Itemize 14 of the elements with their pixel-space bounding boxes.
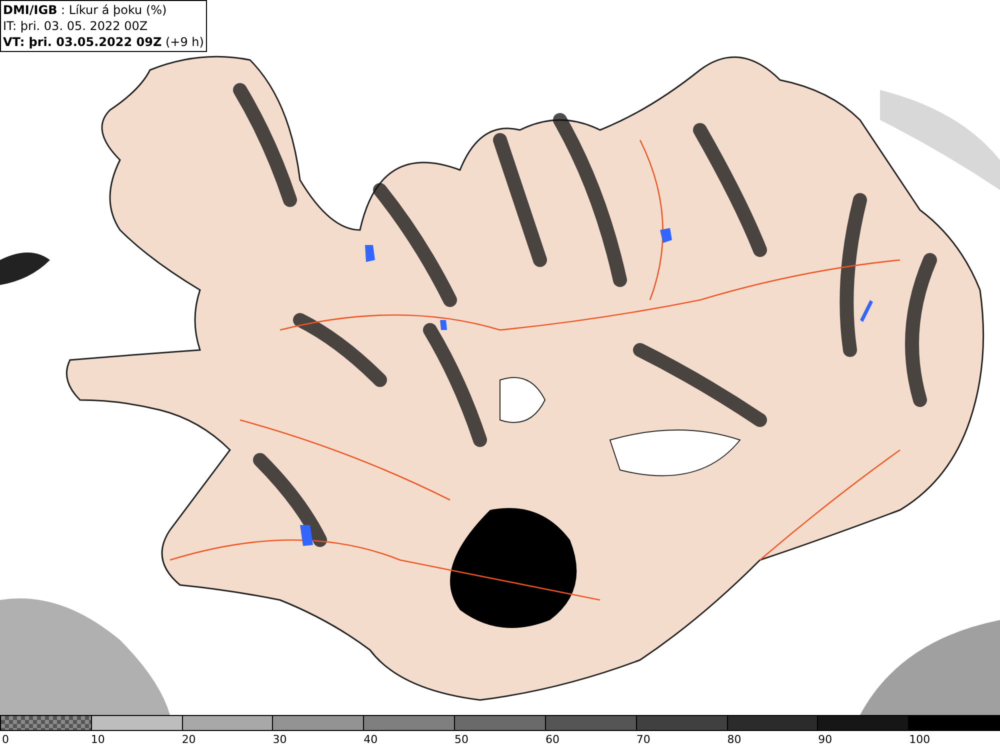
scale-tick-label: 70 (636, 733, 650, 747)
legend-text: DMI/IGB : Líkur á þoku (%) (3, 2, 167, 18)
scale-tick-label: 20 (182, 733, 196, 747)
scale-tick-label: 100 (909, 733, 930, 747)
scale-tick-label: 60 (545, 733, 560, 747)
scale-tick-label: 0 (2, 733, 9, 747)
scale-tick-label: 30 (272, 733, 287, 747)
scale-tick-label: 10 (90, 733, 105, 747)
legend-text: IT: þri. 03. 05. 2022 00Z (3, 18, 148, 34)
scale-tick-label: 50 (454, 733, 469, 747)
scale-tick-label: 80 (727, 733, 742, 747)
scale-tick-label: 90 (818, 733, 832, 747)
legend-text: VT: þri. 03.05.2022 09Z (+9 h) (3, 34, 204, 50)
scale-tick-label: 40 (364, 733, 378, 747)
